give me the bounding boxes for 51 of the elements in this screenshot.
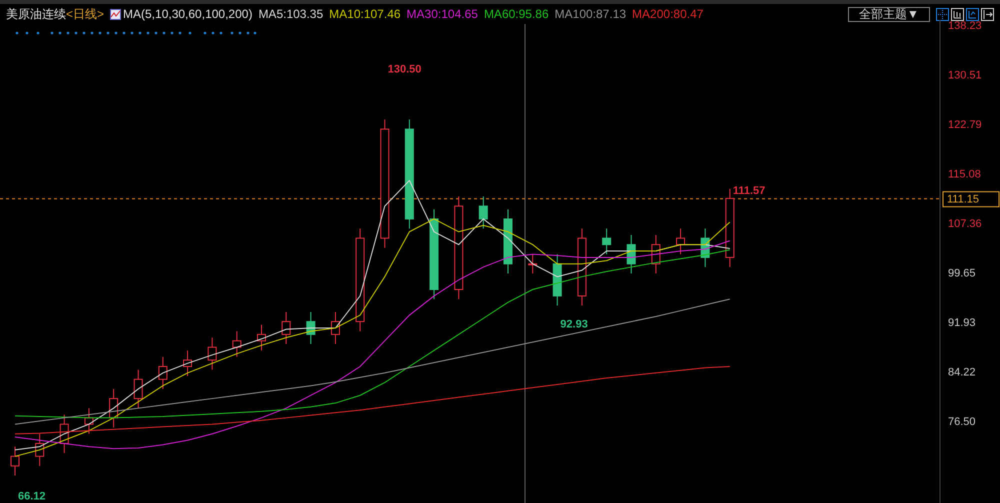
last-price-label: 111.15 — [942, 191, 1000, 208]
indicator-icon[interactable] — [110, 8, 122, 20]
candlestick — [330, 311, 340, 345]
candlestick — [35, 433, 44, 466]
axis-tick-label: 91.93 — [948, 317, 976, 329]
indicator-label: MA(5,10,30,60,100,200) — [123, 6, 252, 23]
candlestick — [478, 196, 488, 230]
candlestick — [504, 208, 512, 274]
candlestick — [134, 369, 143, 409]
axis-tick-label: 130.51 — [948, 70, 982, 82]
ma-value: MA60:95.86 — [484, 6, 549, 23]
price-annotation: 130.50 — [388, 64, 422, 76]
candlestick — [183, 350, 192, 377]
candlestick — [651, 234, 660, 274]
price-annotation: 111.57 — [732, 185, 766, 198]
candlestick — [602, 228, 612, 255]
candlestick — [60, 414, 69, 454]
axis-tick-label: 84.22 — [948, 366, 976, 378]
axis-tick-label: 115.08 — [948, 168, 981, 180]
chart-icon[interactable] — [966, 8, 979, 20]
candlestick — [282, 311, 291, 345]
ma-value: MA5:103.35 — [258, 6, 324, 23]
candlestick — [84, 408, 94, 434]
ma-value: MA200:80.47 — [632, 6, 704, 23]
axis-tick-label: 138.23 — [948, 20, 982, 32]
exit-icon[interactable] — [981, 8, 994, 20]
axis-tick-label: 107.36 — [948, 218, 982, 230]
ma-value: MA10:107.46 — [329, 6, 401, 23]
candlestick — [528, 254, 538, 274]
ma-value: MA100:87.13 — [554, 6, 626, 23]
crosshair-icon[interactable] — [936, 8, 949, 20]
candlestick — [257, 324, 266, 351]
price-annotation: 66.12 — [18, 490, 46, 503]
candlestick — [232, 330, 242, 358]
candlestick — [306, 311, 316, 345]
axis-tick-label: 99.65 — [948, 268, 976, 280]
candlestick — [208, 337, 217, 370]
period-label[interactable]: <日线> — [66, 5, 104, 23]
ma-value: MA30:104.65 — [406, 6, 478, 23]
candlestick — [676, 228, 686, 255]
candlestick — [552, 254, 562, 306]
price-annotation: 92.93 — [560, 318, 588, 331]
axis-tick-label: 76.50 — [948, 416, 976, 428]
theme-dropdown[interactable]: 全部主题▼ — [848, 6, 930, 22]
candlestick — [10, 446, 20, 476]
axis-tick-label: 122.79 — [948, 119, 982, 131]
candlestick — [626, 234, 636, 274]
candlestick — [700, 228, 710, 268]
candlestick — [109, 388, 118, 428]
candlestick — [158, 356, 168, 390]
instrument-name: 美原油连续 — [6, 6, 66, 23]
